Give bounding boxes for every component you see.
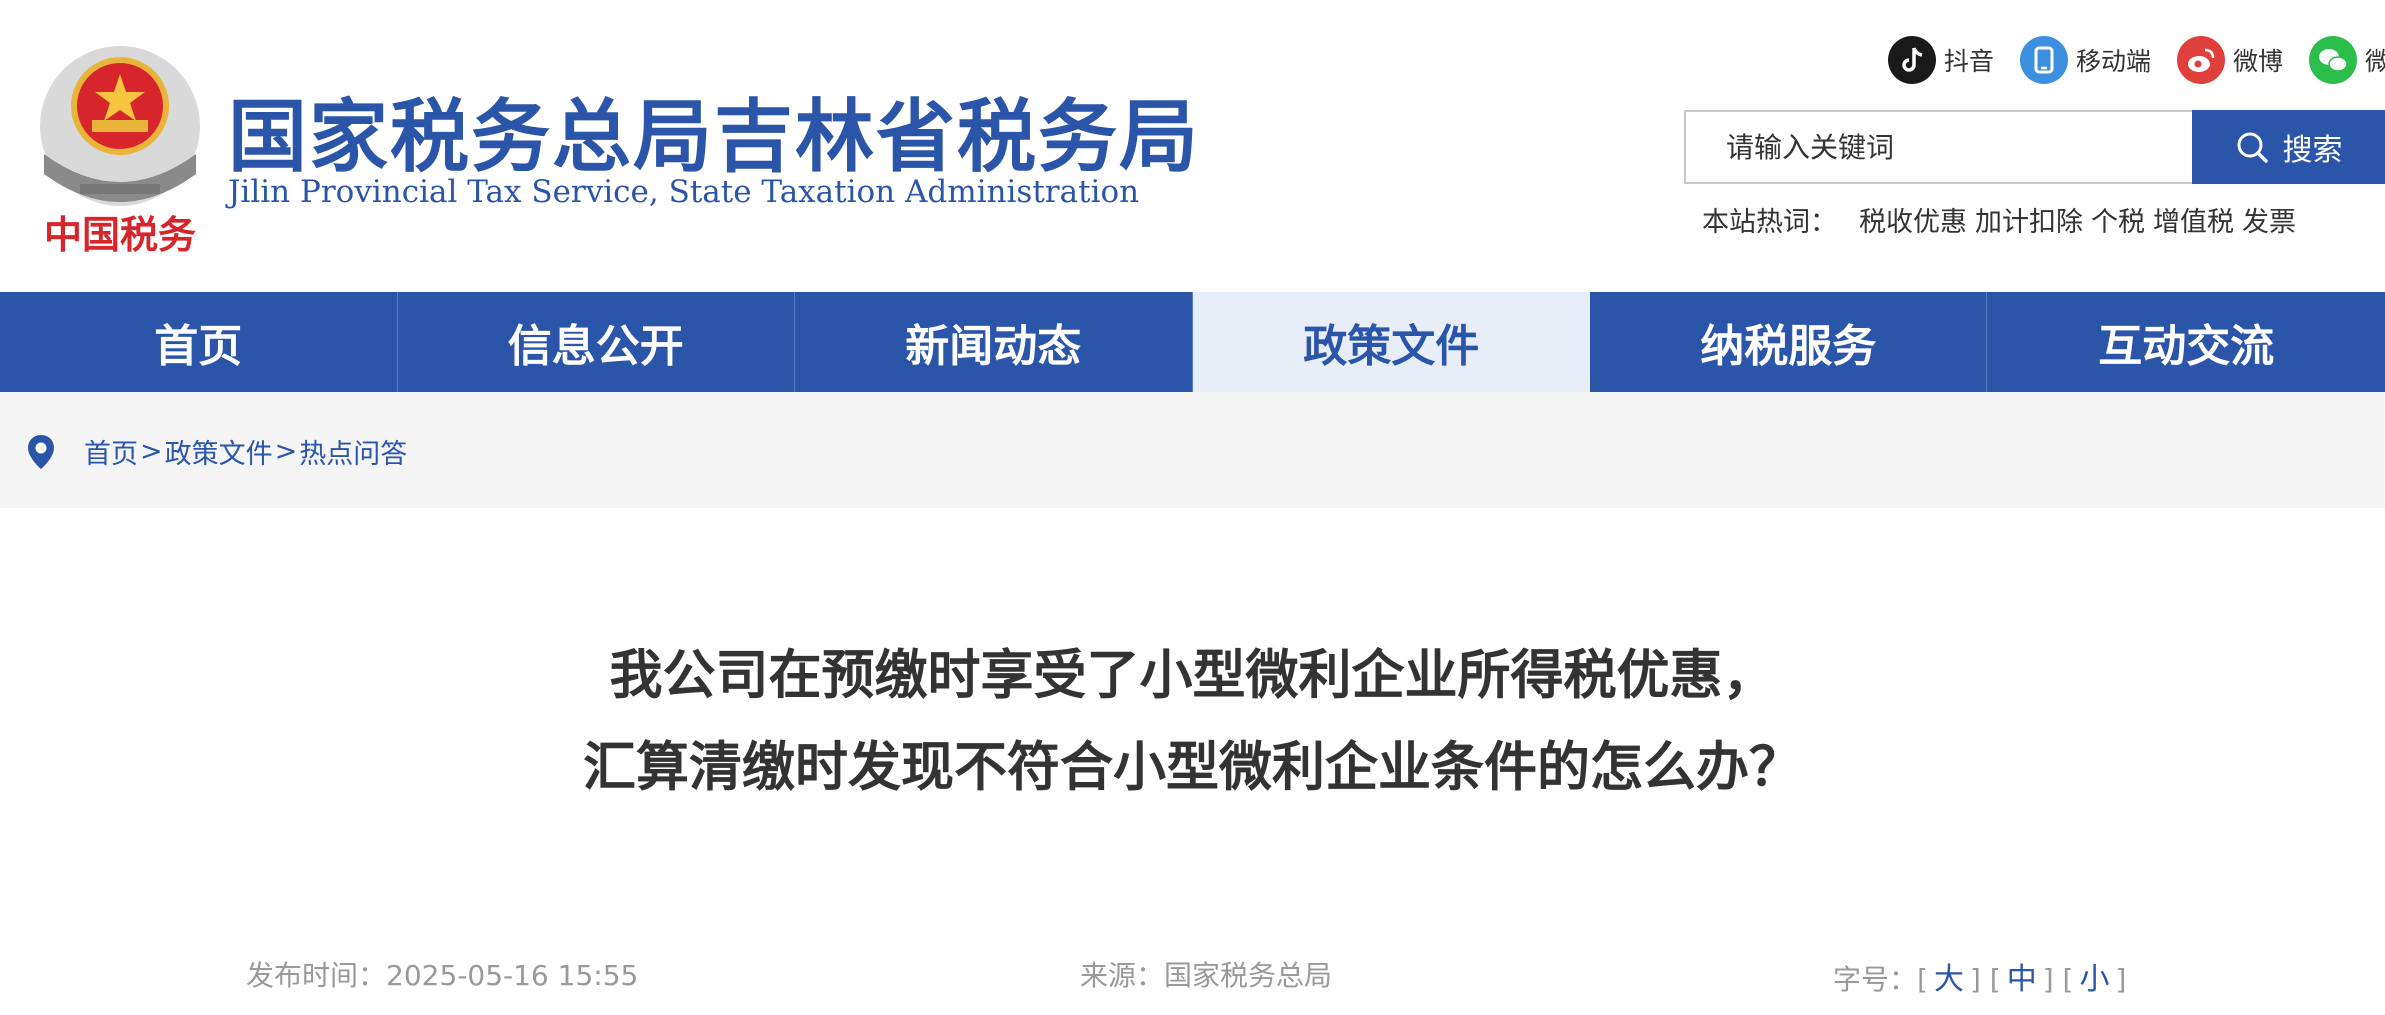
social-links: 抖音 移动端 微博 微信: [1888, 36, 2385, 84]
emblem-logo[interactable]: 中国税务: [20, 34, 220, 256]
location-pin-icon: [28, 434, 54, 469]
site-title[interactable]: 国家税务总局吉林省税务局: [228, 72, 1200, 187]
hot-word-link[interactable]: 个税: [2091, 200, 2145, 239]
font-size-large[interactable]: 大: [1934, 962, 1964, 997]
nav-tax-services[interactable]: 纳税服务: [1590, 292, 1988, 392]
hot-words-label: 本站热词：: [1702, 207, 1837, 238]
hot-word-link[interactable]: 增值税: [2153, 200, 2234, 239]
nav-interaction[interactable]: 互动交流: [1987, 292, 2384, 392]
site-subtitle: Jilin Provincial Tax Service, State Taxa…: [228, 174, 1140, 210]
breadcrumb-bar: 首页 > 政策文件 > 热点问答: [0, 392, 2385, 508]
hot-words: 本站热词： 税收优惠 加计扣除 个税 增值税 发票: [1702, 200, 2296, 239]
search-icon: [2237, 132, 2268, 163]
font-size-medium[interactable]: 中: [2007, 962, 2037, 997]
breadcrumb-separator: >: [274, 436, 298, 467]
social-mobile-label: 移动端: [2076, 47, 2152, 76]
search-button[interactable]: 搜索: [2192, 110, 2385, 184]
publish-time-label: 发布时间：: [246, 959, 387, 992]
font-size-controls: 字号：[大] [中] [小]: [1833, 962, 2127, 997]
source-value: 国家税务总局: [1164, 959, 1333, 992]
search-box: 搜索: [1684, 110, 2385, 184]
main-nav: 首页 信息公开 新闻动态 政策文件 纳税服务 互动交流: [0, 292, 2385, 392]
publish-time-value: 2025-05-16 15:55: [386, 959, 639, 992]
article-source: 来源：国家税务总局: [1080, 954, 1332, 994]
breadcrumb-hot-qa[interactable]: 热点问答: [299, 432, 407, 471]
nav-policy-documents[interactable]: 政策文件: [1192, 292, 1590, 392]
social-wechat-label: 微信: [2365, 47, 2385, 76]
social-wechat[interactable]: 微信: [2309, 36, 2385, 84]
breadcrumb-policy[interactable]: 政策文件: [165, 432, 273, 471]
hot-word-link[interactable]: 税收优惠: [1859, 200, 1967, 239]
font-size-label: 字号：: [1833, 963, 1918, 996]
breadcrumb-home[interactable]: 首页: [84, 432, 138, 471]
source-label: 来源：: [1080, 959, 1165, 992]
emblem-text: 中国税务: [44, 212, 196, 256]
search-button-label: 搜索: [2282, 133, 2343, 168]
wechat-icon: [2309, 36, 2358, 84]
article-title-line-1: 我公司在预缴时享受了小型微利企业所得税优惠，: [609, 645, 1776, 706]
article-title: 我公司在预缴时享受了小型微利企业所得税优惠， 汇算清缴时发现不符合小型微利企业条…: [0, 630, 2385, 814]
article-title-line-2: 汇算清缴时发现不符合小型微利企业条件的怎么办？: [583, 737, 1802, 798]
nav-news[interactable]: 新闻动态: [795, 292, 1193, 392]
social-douyin[interactable]: 抖音: [1888, 36, 1994, 84]
breadcrumb: 首页 > 政策文件 > 热点问答: [26, 432, 407, 471]
social-douyin-label: 抖音: [1944, 47, 1995, 76]
breadcrumb-separator: >: [140, 436, 163, 467]
mobile-icon: [2020, 36, 2069, 84]
hot-word-link[interactable]: 加计扣除: [1975, 200, 2083, 239]
social-weibo[interactable]: 微博: [2177, 36, 2283, 84]
weibo-icon: [2177, 36, 2226, 84]
font-size-small[interactable]: 小: [2079, 962, 2109, 997]
hot-word-link[interactable]: 发票: [2242, 200, 2296, 239]
social-mobile[interactable]: 移动端: [2020, 36, 2151, 84]
nav-home[interactable]: 首页: [0, 292, 398, 392]
nav-info-disclosure[interactable]: 信息公开: [398, 292, 795, 392]
douyin-icon: [1888, 36, 1936, 84]
publish-time: 发布时间：2025-05-16 15:55: [246, 954, 638, 994]
social-weibo-label: 微博: [2233, 47, 2284, 76]
site-header: 中国税务 国家税务总局吉林省税务局 Jilin Provincial Tax S…: [0, 0, 2385, 292]
search-input[interactable]: [1684, 110, 2192, 184]
